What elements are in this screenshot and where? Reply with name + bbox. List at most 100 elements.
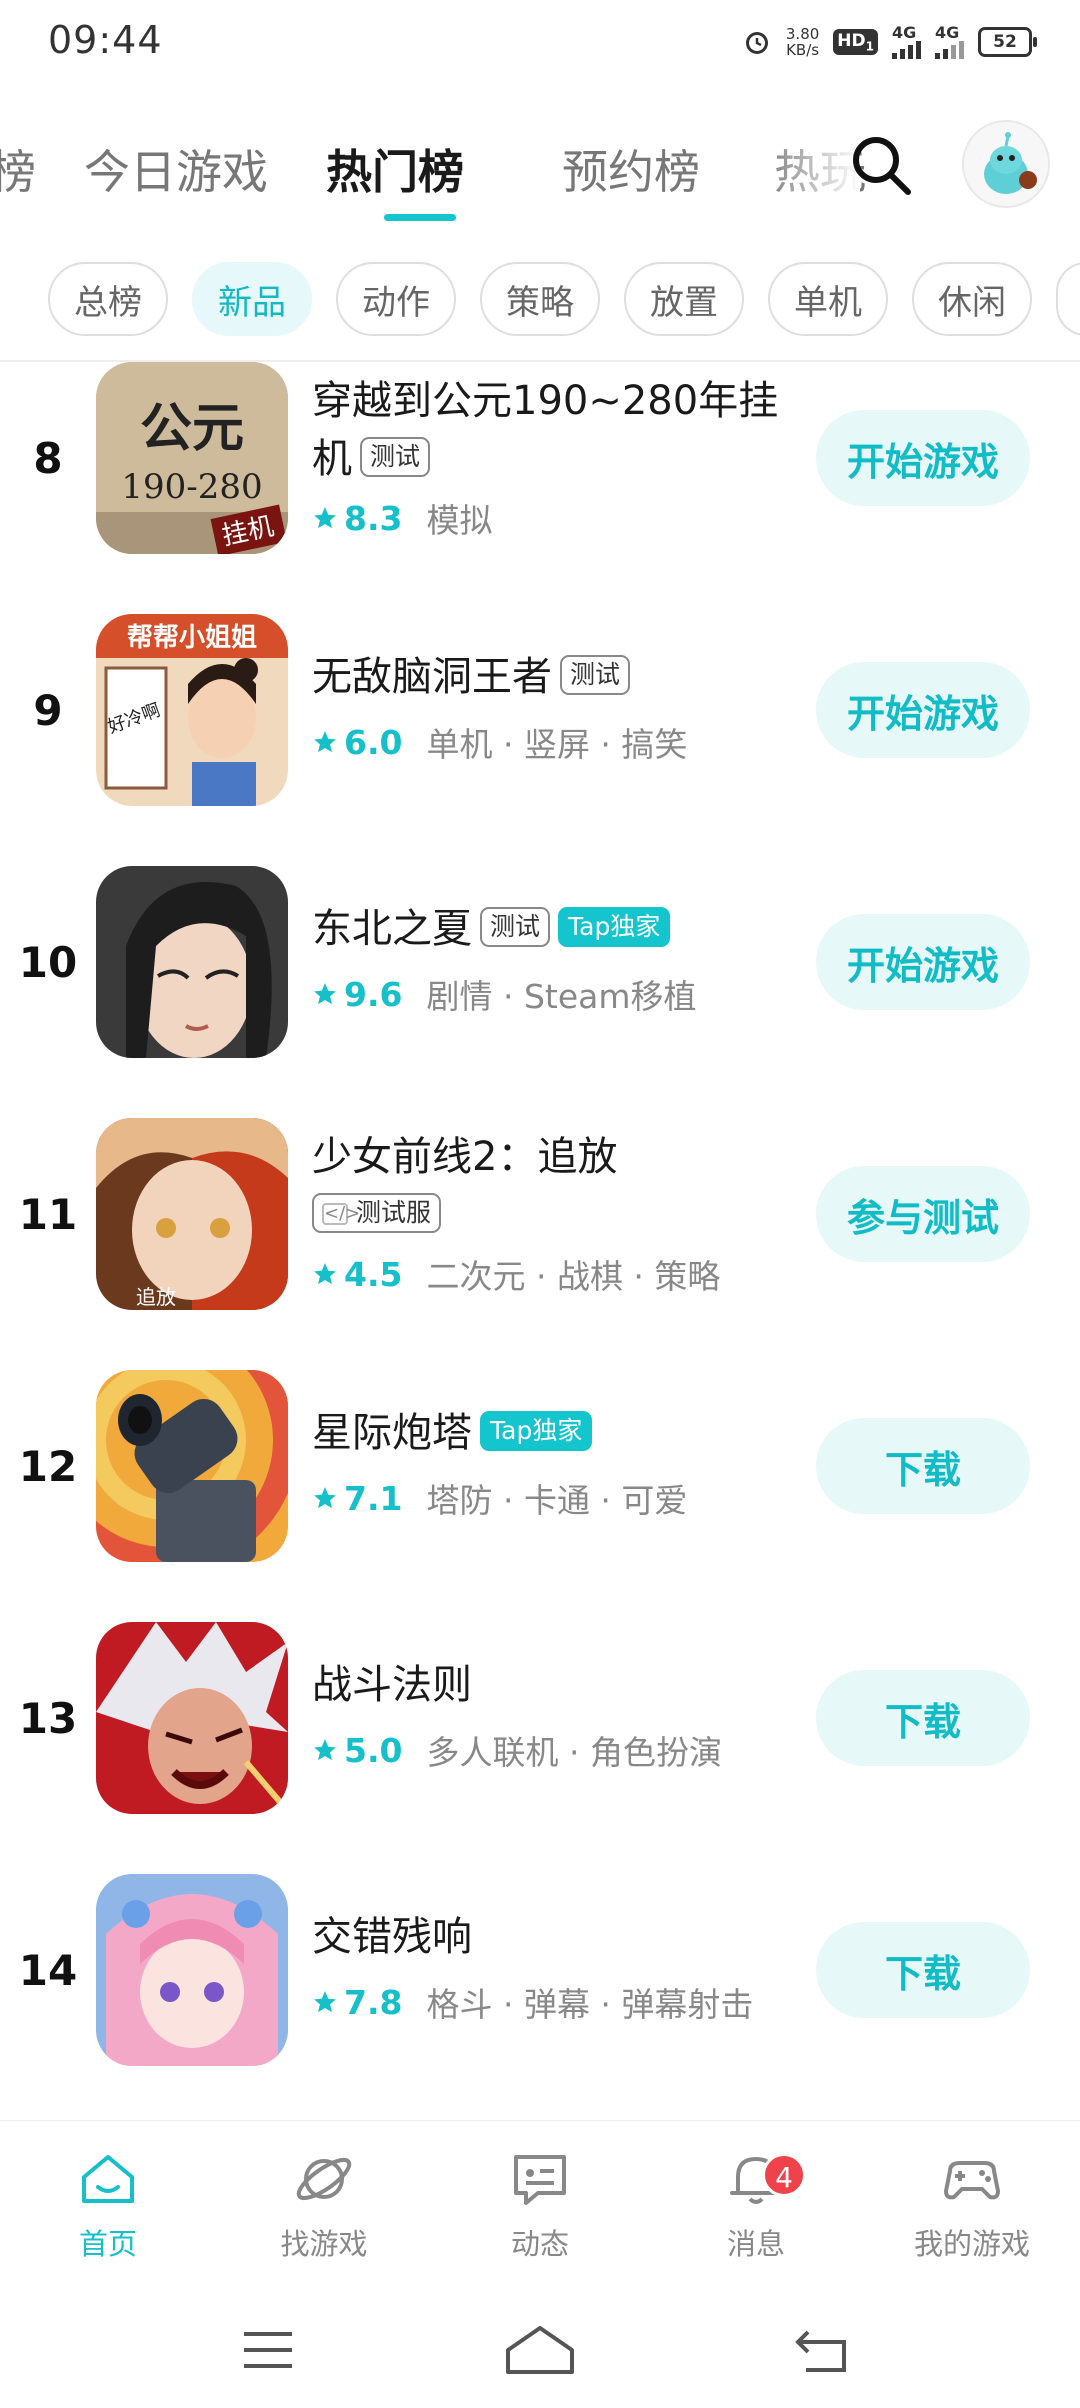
game-meta: 8.3 模拟 xyxy=(312,494,492,542)
chip-overall[interactable]: 总榜 xyxy=(48,262,168,336)
rank-number: 8 xyxy=(33,434,63,483)
rank-number: 11 xyxy=(18,1190,78,1239)
menu-icon[interactable] xyxy=(240,2322,296,2378)
game-icon[interactable] xyxy=(96,1622,288,1814)
game-icon[interactable]: 追放 xyxy=(96,1118,288,1310)
tab-today-games[interactable]: 今日游戏 xyxy=(84,136,268,202)
system-nav-bar xyxy=(0,2300,1080,2408)
nav-home[interactable]: 首页 xyxy=(28,2147,188,2263)
star-icon xyxy=(314,507,336,529)
status-icons: 3.80 KB/s HD1 4G 4G 52 xyxy=(742,20,1037,64)
svg-text:公元: 公元 xyxy=(140,398,244,459)
genres: 格斗 · 弹幕 · 弹幕射击 xyxy=(426,1985,754,2024)
chip-strategy[interactable]: 策略 xyxy=(480,262,600,336)
home-nav-icon[interactable] xyxy=(504,2322,576,2378)
star-icon xyxy=(314,1991,336,2013)
rating: 9.6 xyxy=(344,974,403,1014)
tab-partial-left[interactable]: 榜 xyxy=(0,136,36,202)
chip-idle[interactable]: 放置 xyxy=(624,262,744,336)
rank-number: 10 xyxy=(18,938,78,987)
svg-text:190-280: 190-280 xyxy=(121,467,262,507)
game-icon[interactable]: 帮帮小姐姐 好冷啊 xyxy=(96,614,288,806)
game-title: 无敌脑洞王者 测试 xyxy=(312,650,631,704)
star-icon xyxy=(314,1487,336,1509)
chip-new[interactable]: 新品 xyxy=(192,262,312,336)
beta-server-tag: </>测试服 xyxy=(312,1193,442,1233)
star-icon xyxy=(314,983,336,1005)
beta-tag: 测试 xyxy=(560,655,631,695)
avatar[interactable] xyxy=(962,120,1050,208)
game-title: 少女前线2：追放 xyxy=(312,1134,618,1180)
message-count-badge: 4 xyxy=(762,2153,806,2197)
search-icon[interactable] xyxy=(846,130,918,202)
nav-messages[interactable]: 4 消息 xyxy=(676,2147,836,2263)
planet-icon xyxy=(296,2157,352,2201)
star-icon xyxy=(314,1739,336,1761)
list-item[interactable]: 13 战斗法则 5.0 多人联机 · 角色扮演 下载 xyxy=(0,1622,1080,1874)
chip-single-player[interactable]: 单机 xyxy=(768,262,888,336)
game-meta: 6.0 单机 · 竖屏 · 搞笑 xyxy=(312,718,687,766)
game-meta: 5.0 多人联机 · 角色扮演 xyxy=(312,1726,722,1774)
game-icon[interactable] xyxy=(96,1874,288,2066)
list-item[interactable]: 14 交错残响 7.8 格斗 · 弹幕 · 弹幕射击 下载 xyxy=(0,1874,1080,2126)
game-tags: </>测试服 xyxy=(304,1188,442,1242)
download-button[interactable]: 下载 xyxy=(816,1418,1030,1514)
category-chips: 总榜 新品 动作 策略 放置 单机 休闲 xyxy=(0,262,1080,342)
svg-text:帮帮小姐姐: 帮帮小姐姐 xyxy=(127,623,257,653)
game-icon[interactable] xyxy=(96,1370,288,1562)
join-test-button[interactable]: 参与测试 xyxy=(816,1166,1030,1262)
top-tab-bar: 榜 今日游戏 热门榜 预约榜 热玩 xyxy=(0,110,1080,240)
signal-icon: 4G xyxy=(892,25,921,59)
tab-preorder-chart[interactable]: 预约榜 xyxy=(562,136,700,202)
game-icon[interactable]: 公元 190-280 挂机 xyxy=(96,362,288,554)
beta-tag: 测试 xyxy=(360,437,431,477)
gamepad-icon xyxy=(944,2161,1000,2200)
game-icon[interactable] xyxy=(96,866,288,1058)
rating: 5.0 xyxy=(344,1730,403,1770)
start-game-button[interactable]: 开始游戏 xyxy=(816,914,1030,1010)
network-speed: 3.80 KB/s xyxy=(785,25,820,59)
download-button[interactable]: 下载 xyxy=(816,1670,1030,1766)
genres: 剧情 · Steam移植 xyxy=(426,977,697,1016)
rank-number: 9 xyxy=(33,686,63,735)
list-item[interactable]: 12 星际炮塔 Tap独家 7.1 塔防 · 卡通 · 可爱 下载 xyxy=(0,1370,1080,1622)
chip-more-partial[interactable] xyxy=(1056,262,1080,336)
download-button[interactable]: 下载 xyxy=(816,1922,1030,2018)
alarm-icon xyxy=(745,32,768,54)
game-title: 穿越到公元190~280年挂 xyxy=(312,378,779,424)
signal-icon-2: 4G xyxy=(935,25,964,59)
rank-number: 12 xyxy=(18,1442,78,1491)
genres: 单机 · 竖屏 · 搞笑 xyxy=(426,725,688,764)
list-item[interactable]: 8 公元 190-280 挂机 穿越到公元190~280年挂 机测试 8.3 模… xyxy=(0,362,1080,614)
rating: 8.3 xyxy=(344,498,403,538)
chip-casual[interactable]: 休闲 xyxy=(912,262,1032,336)
game-title: 战斗法则 xyxy=(312,1662,472,1708)
genres: 二次元 · 战棋 · 策略 xyxy=(426,1257,721,1296)
rating: 7.1 xyxy=(344,1478,403,1518)
tap-exclusive-tag: Tap独家 xyxy=(480,1411,593,1451)
svg-text:追放: 追放 xyxy=(136,1285,176,1309)
list-item[interactable]: 10 东北之夏 测试 Tap独家 9.6 剧情 · Steam移植 开始游戏 xyxy=(0,866,1080,1118)
list-item[interactable]: 11 追放 少女前线2：追放 </>测试服 4.5 二次元 · 战棋 · 策略 … xyxy=(0,1118,1080,1370)
list-item[interactable]: 9 帮帮小姐姐 好冷啊 无敌脑洞王者 测试 6.0 单机 · 竖屏 · 搞笑 开始… xyxy=(0,614,1080,866)
genres: 多人联机 · 角色扮演 xyxy=(426,1733,722,1772)
game-meta: 4.5 二次元 · 战棋 · 策略 xyxy=(312,1250,720,1298)
nav-feed[interactable]: 动态 xyxy=(460,2147,620,2263)
code-icon: </> xyxy=(322,1203,361,1225)
star-icon xyxy=(314,731,336,753)
start-game-button[interactable]: 开始游戏 xyxy=(816,662,1030,758)
tab-hot-chart[interactable]: 热门榜 xyxy=(326,136,464,202)
rating: 6.0 xyxy=(344,722,403,762)
rank-number: 13 xyxy=(18,1694,78,1743)
chip-action[interactable]: 动作 xyxy=(336,262,456,336)
battery-icon: 52 xyxy=(978,27,1037,57)
beta-tag: 测试 xyxy=(480,907,551,947)
status-bar: 09:44 3.80 KB/s HD1 4G 4G 52 xyxy=(0,0,1080,82)
game-meta: 9.6 剧情 · Steam移植 xyxy=(312,970,697,1018)
genres: 模拟 xyxy=(426,501,493,540)
back-icon[interactable] xyxy=(794,2322,850,2378)
genres: 塔防 · 卡通 · 可爱 xyxy=(426,1481,688,1520)
nav-find-games[interactable]: 找游戏 xyxy=(244,2147,404,2263)
nav-my-games[interactable]: 我的游戏 xyxy=(892,2147,1052,2263)
start-game-button[interactable]: 开始游戏 xyxy=(816,410,1030,506)
